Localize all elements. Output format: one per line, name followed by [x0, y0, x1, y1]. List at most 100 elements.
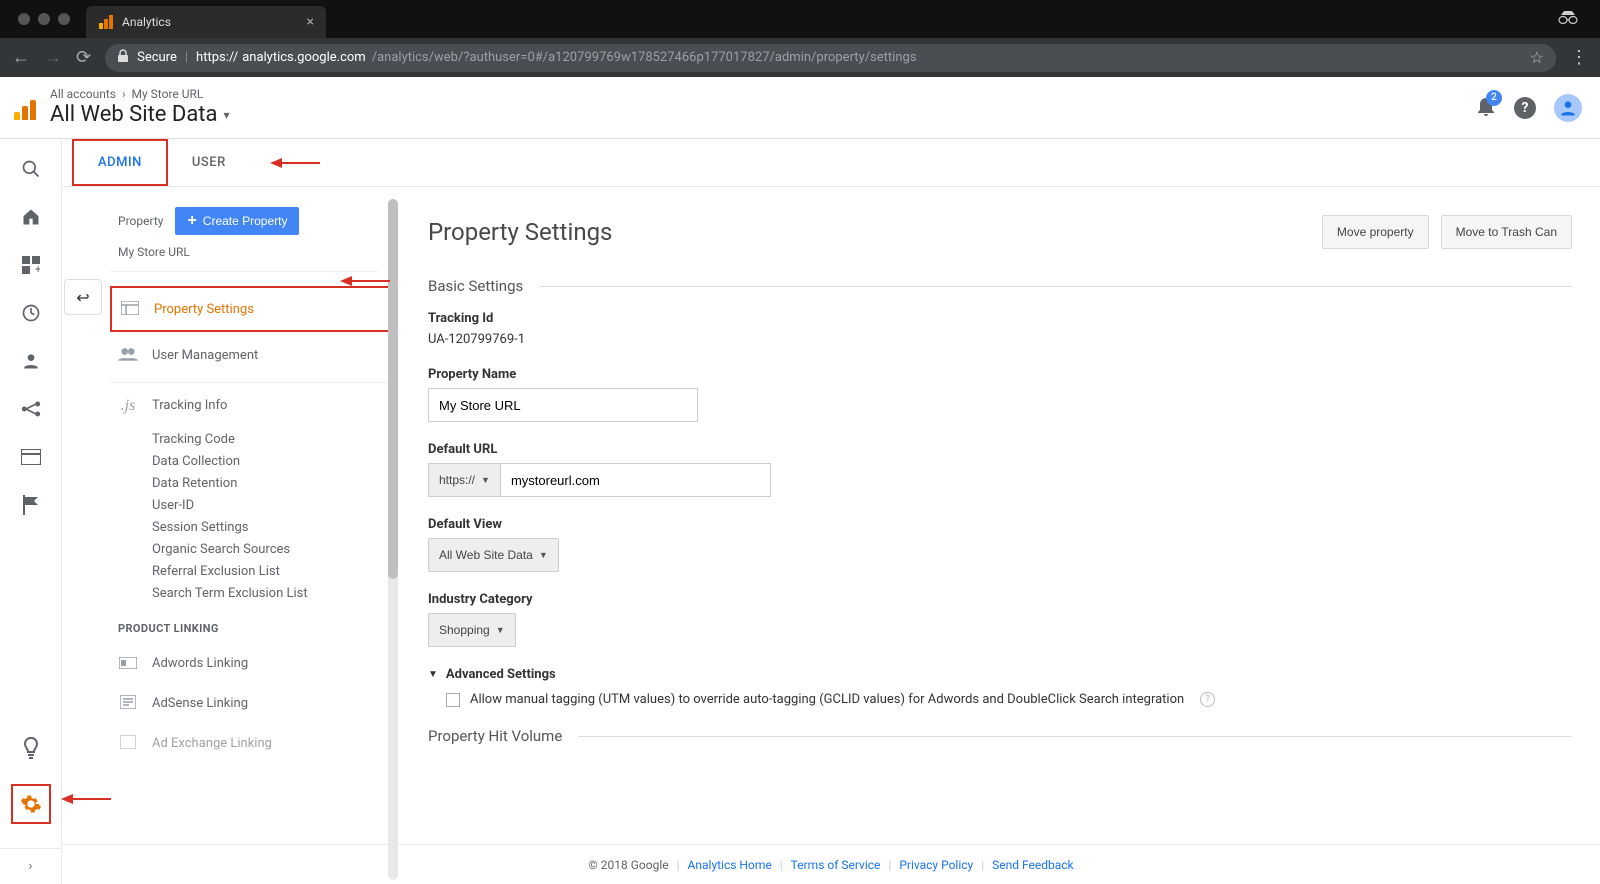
sub-tracking-code[interactable]: Tracking Code: [152, 428, 398, 450]
breadcrumb-accounts[interactable]: All accounts: [50, 87, 116, 101]
move-property-button[interactable]: Move property: [1322, 215, 1429, 249]
property-name-label: Property Name: [428, 367, 1572, 382]
basic-settings-heading: Basic Settings: [428, 277, 523, 295]
footer-feedback[interactable]: Send Feedback: [992, 858, 1074, 872]
help-button[interactable]: ?: [1514, 97, 1536, 119]
footer-analytics-home[interactable]: Analytics Home: [688, 858, 772, 872]
url-prefix: https://: [196, 50, 238, 65]
chevron-right-icon: ›: [122, 87, 126, 101]
breadcrumb[interactable]: All accounts › My Store URL: [50, 87, 230, 101]
sub-search-term-exclusion[interactable]: Search Term Exclusion List: [152, 582, 398, 604]
adsense-icon: [118, 694, 138, 713]
default-url-input[interactable]: [501, 463, 771, 497]
sub-session-settings[interactable]: Session Settings: [152, 516, 398, 538]
manual-tagging-checkbox[interactable]: [446, 693, 460, 707]
industry-select[interactable]: Shopping▼: [428, 613, 516, 647]
menu-adsense-linking[interactable]: AdSense Linking: [110, 683, 398, 723]
home-icon[interactable]: [19, 205, 43, 229]
scrollbar[interactable]: [388, 199, 398, 880]
tracking-sub-list: Tracking Code Data Collection Data Reten…: [110, 428, 398, 604]
audience-icon[interactable]: [19, 349, 43, 373]
annotation-arrow-icon: [340, 273, 390, 289]
bookmark-star-icon[interactable]: ☆: [1530, 48, 1544, 67]
sub-data-collection[interactable]: Data Collection: [152, 450, 398, 472]
breadcrumb-property[interactable]: My Store URL: [132, 87, 204, 101]
conversions-icon[interactable]: [19, 493, 43, 517]
property-label: Property: [118, 214, 163, 228]
back-button[interactable]: ←: [12, 47, 30, 68]
manual-tagging-label: Allow manual tagging (UTM values) to ove…: [470, 692, 1184, 707]
settings-page-icon: [120, 300, 140, 319]
footer-copyright: © 2018 Google: [588, 858, 668, 872]
industry-label: Industry Category: [428, 592, 1572, 607]
section-product-linking: PRODUCT LINKING: [118, 622, 398, 635]
footer-tos[interactable]: Terms of Service: [791, 858, 881, 872]
default-view-select[interactable]: All Web Site Data▼: [428, 538, 559, 572]
browser-tab[interactable]: Analytics ×: [86, 6, 326, 38]
notif-badge: 2: [1486, 90, 1502, 106]
caret-down-icon: ▾: [223, 108, 229, 122]
customization-icon[interactable]: +: [19, 253, 43, 277]
default-url-label: Default URL: [428, 442, 1572, 457]
browser-address-bar: ← → ⟳ Secure | https://analytics.google.…: [0, 38, 1600, 77]
tracking-id-value: UA-120799769-1: [428, 332, 1572, 347]
sub-data-retention[interactable]: Data Retention: [152, 472, 398, 494]
realtime-icon[interactable]: [19, 301, 43, 325]
tab-user[interactable]: USER: [168, 139, 250, 186]
column-back-button[interactable]: ↩: [64, 279, 102, 315]
view-selector[interactable]: All Web Site Data ▾: [50, 102, 230, 128]
collapse-rail-button[interactable]: ›: [0, 848, 61, 884]
admin-icon-highlight: [11, 784, 51, 824]
browser-chrome: Analytics × ← → ⟳ Secure | https://analy…: [0, 0, 1600, 77]
search-icon[interactable]: [19, 157, 43, 181]
help-tooltip-icon[interactable]: ?: [1200, 692, 1215, 707]
svg-text:+: +: [35, 263, 40, 274]
notifications-button[interactable]: 2: [1476, 94, 1496, 122]
incognito-icon: [1558, 10, 1578, 28]
close-tab-icon[interactable]: ×: [307, 14, 314, 30]
secure-label: Secure: [137, 50, 177, 65]
property-hit-heading: Property Hit Volume: [428, 727, 562, 745]
analytics-logo-icon: [14, 96, 38, 120]
advanced-settings-toggle[interactable]: ▼Advanced Settings: [428, 667, 1572, 682]
plus-icon: +: [187, 213, 196, 229]
url-field[interactable]: Secure | https://analytics.google.com/an…: [105, 44, 1556, 72]
property-selector[interactable]: My Store URL: [110, 245, 378, 272]
favicon-icon: [98, 14, 114, 30]
behavior-icon[interactable]: [19, 445, 43, 469]
move-trash-button[interactable]: Move to Trash Can: [1441, 215, 1572, 249]
sub-organic-sources[interactable]: Organic Search Sources: [152, 538, 398, 560]
menu-user-management[interactable]: User Management: [110, 332, 398, 378]
window-controls[interactable]: [10, 13, 86, 25]
forward-button[interactable]: →: [44, 47, 62, 68]
caret-down-icon: ▼: [428, 669, 438, 680]
page-title: Property Settings: [428, 218, 612, 246]
main-pane: Property Settings Move property Move to …: [398, 187, 1600, 884]
caret-down-icon: ▼: [539, 550, 548, 560]
browser-tab-bar: Analytics ×: [0, 0, 1600, 38]
js-icon: .js: [118, 397, 138, 415]
tab-admin[interactable]: ADMIN: [72, 139, 168, 186]
discover-icon[interactable]: [19, 736, 43, 760]
sub-referral-exclusion[interactable]: Referral Exclusion List: [152, 560, 398, 582]
property-name-input[interactable]: [428, 388, 698, 422]
sub-user-id[interactable]: User-ID: [152, 494, 398, 516]
acquisition-icon[interactable]: [19, 397, 43, 421]
menu-adwords-linking[interactable]: Adwords Linking: [110, 643, 398, 683]
url-scheme-select[interactable]: https://▼: [428, 463, 501, 497]
avatar[interactable]: [1554, 94, 1582, 122]
footer-privacy[interactable]: Privacy Policy: [899, 858, 973, 872]
create-property-button[interactable]: +Create Property: [175, 207, 299, 235]
menu-adexchange-linking[interactable]: Ad Exchange Linking: [110, 723, 398, 763]
left-nav-rail: + ›: [0, 139, 62, 884]
menu-tracking-info[interactable]: .js Tracking Info: [110, 382, 398, 428]
menu-property-settings[interactable]: Property Settings: [110, 286, 398, 332]
reload-button[interactable]: ⟳: [76, 47, 91, 68]
tracking-id-label: Tracking Id: [428, 311, 1572, 326]
gear-icon[interactable]: [19, 792, 43, 816]
caret-down-icon: ▼: [496, 625, 505, 635]
adwords-icon: [118, 654, 138, 673]
annotation-arrow-icon: [250, 139, 320, 186]
users-icon: [118, 346, 138, 365]
browser-menu-icon[interactable]: ⋮: [1570, 47, 1588, 68]
